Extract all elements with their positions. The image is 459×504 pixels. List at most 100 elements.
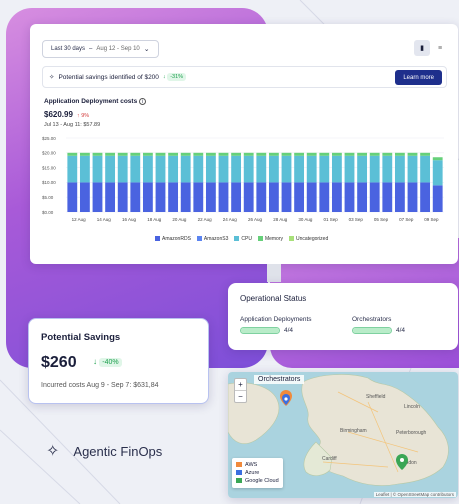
bar-cpu [281,155,292,183]
y-tick-label: $0.00 [42,210,54,215]
operational-status-title: Operational Status [240,294,307,303]
bar-memory [281,152,292,156]
app-deployments-bar [240,327,280,334]
legend-item-amazonrds[interactable]: AmazonRDS [155,236,191,242]
bar-cpu [331,155,342,183]
zoom-in-button[interactable]: + [235,379,246,390]
bar-memory [420,152,431,156]
bar-cpu [105,155,116,183]
bar-memory [268,152,279,156]
bar-amazonrds [155,182,166,212]
bar-memory [205,152,216,156]
legend-item-memory[interactable]: Memory [257,236,283,242]
x-tick-label: 18 Aug [147,217,162,222]
bar-amazonrds [357,182,368,212]
bar-memory [357,152,368,156]
bar-memory [344,152,355,156]
bar-cpu [394,155,405,183]
map-legend: AWS Azure Google Cloud [232,458,283,488]
x-tick-label: 20 Aug [172,217,187,222]
bar-memory [319,152,330,156]
bar-cpu [357,155,368,183]
bar-cpu [180,155,191,183]
bar-amazonrds [256,182,267,212]
bar-amazonrds [369,182,380,212]
orchestrators-map[interactable]: Sheffield Lincoln Birmingham Peterboroug… [228,372,458,498]
legend-item-cpu[interactable]: CPU [234,236,252,242]
y-tick-label: $10.00 [42,180,56,185]
map-label-birmingham: Birmingham [340,428,367,434]
bar-memory [67,152,78,156]
orchestrators-bar [352,327,392,334]
bar-cpu [344,155,355,183]
operational-status-card: Operational Status Application Deploymen… [228,283,458,350]
bar-cpu [268,155,279,183]
bar-amazonrds [105,182,116,212]
view-toggle: ▮ ≡ [414,40,448,56]
bar-memory [231,152,242,156]
bar-memory [168,152,179,156]
x-tick-label: 01 Sep [323,217,338,222]
monitor-stand [267,264,281,282]
date-range-select[interactable]: Last 30 days – Aug 12 - Sep 10 ⌄ [42,40,159,58]
cost-dashboard-card: Last 30 days – Aug 12 - Sep 10 ⌄ ▮ ≡ ✧ P… [30,24,458,264]
potential-savings-amount: $260 [41,354,77,371]
bar-amazonrds [142,182,153,212]
legend-swatch [155,236,160,241]
x-tick-label: 07 Sep [399,217,414,222]
map-legend-azure: Azure [236,469,279,477]
bar-amazonrds [394,182,405,212]
legend-swatch [257,236,263,241]
legend-label: AmazonS3 [203,236,229,242]
bar-amazonrds [306,182,317,212]
bar-amazonrds [243,182,254,212]
bar-amazonrds [231,182,242,212]
bar-cpu [407,155,418,183]
map-attribution[interactable]: Leaflet | © OpenStreetMap contributors [373,492,456,497]
bar-amazonrds [130,182,141,212]
bar-cpu [142,155,153,183]
savings-banner: ✧ Potential savings identified of $200 ↓… [42,66,447,88]
deployment-costs-title: Application Deployment costs i [44,98,147,105]
bar-memory [294,152,305,156]
app-deployments-label: Application Deployments [240,316,312,323]
bar-amazonrds [281,182,292,212]
bar-memory [394,152,405,156]
y-tick-label: $25.00 [42,136,56,141]
zoom-out-button[interactable]: − [235,390,246,402]
info-icon[interactable]: i [139,98,147,105]
map-label-sheffield: Sheffield [366,394,386,400]
bar-memory [407,152,418,156]
orchestrators-label: Orchestrators [352,316,392,323]
bar-cpu [117,155,128,183]
bar-amazonrds [168,182,179,212]
map-label-lincoln: Lincoln [404,404,420,410]
savings-banner-text: Potential savings identified of $200 [58,73,159,81]
legend-item-amazons3[interactable]: AmazonS3 [196,236,229,242]
bar-chart-view-icon[interactable]: ▮ [414,40,430,56]
potential-savings-card: Potential Savings $260 ↓ -40% Incurred c… [28,318,209,404]
bar-memory [180,152,191,156]
bar-amazonrds [67,182,78,212]
legend-item-uncategorized[interactable]: Uncategorized [289,236,328,242]
list-view-icon[interactable]: ≡ [432,40,448,56]
bar-memory [92,152,103,156]
bar-amazonrds [268,182,279,212]
bar-cpu [319,155,330,183]
map-legend-aws: AWS [236,461,279,469]
sparkle-icon: ✧ [49,74,55,81]
bar-amazonrds [205,182,216,212]
bar-memory [382,152,393,156]
bar-cpu [256,155,267,183]
x-tick-label: 22 Aug [198,217,213,222]
x-tick-label: 12 Aug [72,217,87,222]
bar-cpu [432,160,443,186]
bar-memory [117,152,128,156]
bar-memory [306,152,317,156]
deployment-costs-chart: $25.00 $20.00 $15.00 $10.00 $5.00 $0.00 12 Aug… [42,136,444,222]
bar-memory [256,152,267,156]
x-tick-label: 14 Aug [97,217,112,222]
learn-more-button[interactable]: Learn more [395,70,442,85]
map-label-peterborough: Peterborough [396,430,427,436]
incurred-costs-text: Incurred costs Aug 9 - Sep 7: $631,84 [41,382,159,389]
